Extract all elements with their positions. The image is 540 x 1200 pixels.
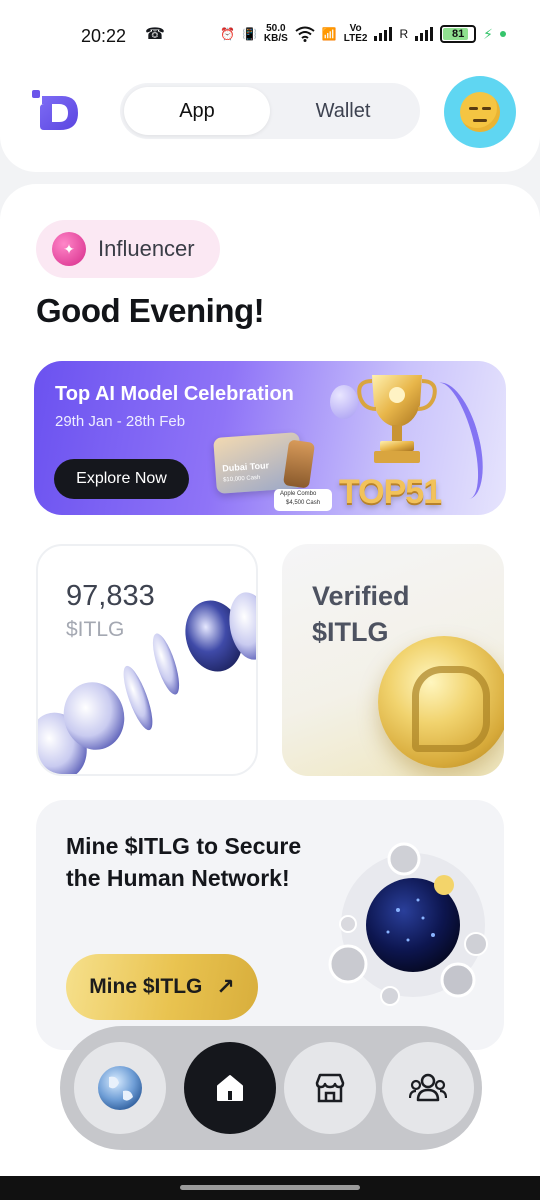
itlg-logo-icon[interactable] [32,86,82,132]
balance-tile[interactable]: 97,833 $ITLG [36,544,258,776]
status-bar: 20:22 ☎ ⏰ 📳 50.0 KB/S 📶 Vo LTE2 R 81 ⚡ [0,0,540,70]
gold-coin-icon [378,636,504,768]
network-globe-illustration [328,842,488,1006]
apple-tag-title: Apple Combo [280,491,317,497]
battery-icon: 81 [440,25,477,43]
signal-bars-2-icon [415,27,434,41]
network-speed-unit: KB/S [263,33,288,44]
tab-wallet[interactable]: Wallet [270,87,416,135]
role-badge[interactable]: ✦ Influencer [36,220,220,278]
tab-app[interactable]: App [124,87,270,135]
explore-now-button[interactable]: Explore Now [54,459,189,499]
banner-dates: 29th Jan - 28th Feb [55,413,186,430]
mine-card: Mine $ITLG to Secure the Human Network! … [36,800,504,1050]
top51-text: TOP51 [339,473,442,511]
battery-level: 81 [452,28,465,40]
system-nav-bar [0,1176,540,1200]
alarm-icon: ⏰ [220,27,235,41]
home-indicator[interactable] [180,1185,360,1190]
nav-globe[interactable] [74,1042,166,1134]
trophy-icon [357,375,437,463]
privacy-dot [500,31,506,37]
lte-label: LTE2 [343,33,368,44]
volte-indicator: Vo LTE2 [344,24,368,44]
home-icon [217,1075,243,1101]
app-wallet-switch: App Wallet [120,83,420,139]
apple-tag-value: $4,500 Cash [286,500,321,506]
globe-icon [98,1066,142,1110]
nav-people[interactable] [382,1042,474,1134]
avatar[interactable] [444,76,516,148]
prize-card-title: Dubai Tour [221,460,270,474]
greeting-title: Good Evening! [36,292,265,329]
wifi-calling-icon: 📶 [321,27,337,41]
people-icon [409,1073,447,1102]
influencer-icon: ✦ [52,232,86,266]
bottom-nav [60,1026,482,1150]
mine-title: Mine $ITLG to Secure the Human Network! [66,833,302,891]
role-label: Influencer [98,236,195,261]
nav-home[interactable] [184,1042,276,1134]
verified-tile[interactable]: Verified $ITLG [282,544,504,776]
call-icon: ☎ [145,26,165,43]
network-speed: 50.0 KB/S [264,24,288,44]
phone-prize-image [282,439,316,489]
promo-banner[interactable]: Top AI Model Celebration 29th Jan - 28th… [34,361,506,515]
apple-combo-tag: Apple Combo $4,500 Cash [274,489,332,511]
mine-button-label: Mine $ITLG [89,975,203,998]
status-time: 20:22 [81,26,127,46]
arrow-up-right-icon: ↗ [216,974,235,999]
banner-title: Top AI Model Celebration [55,383,294,405]
store-icon [315,1073,345,1103]
status-icons: ⏰ 📳 50.0 KB/S 📶 Vo LTE2 R 81 ⚡ [220,24,506,44]
prize-card-value: $10,000 Cash [222,474,261,484]
coins-illustration [38,592,256,774]
nav-store[interactable] [284,1042,376,1134]
wifi-icon [295,26,315,42]
charging-icon: ⚡ [483,25,493,42]
expressionless-face-icon [460,92,500,132]
vibrate-icon: 📳 [241,27,257,41]
signal-bars-icon [374,27,393,41]
mine-button[interactable]: Mine $ITLG ↗ [66,954,258,1020]
roaming-label: R [399,27,409,41]
